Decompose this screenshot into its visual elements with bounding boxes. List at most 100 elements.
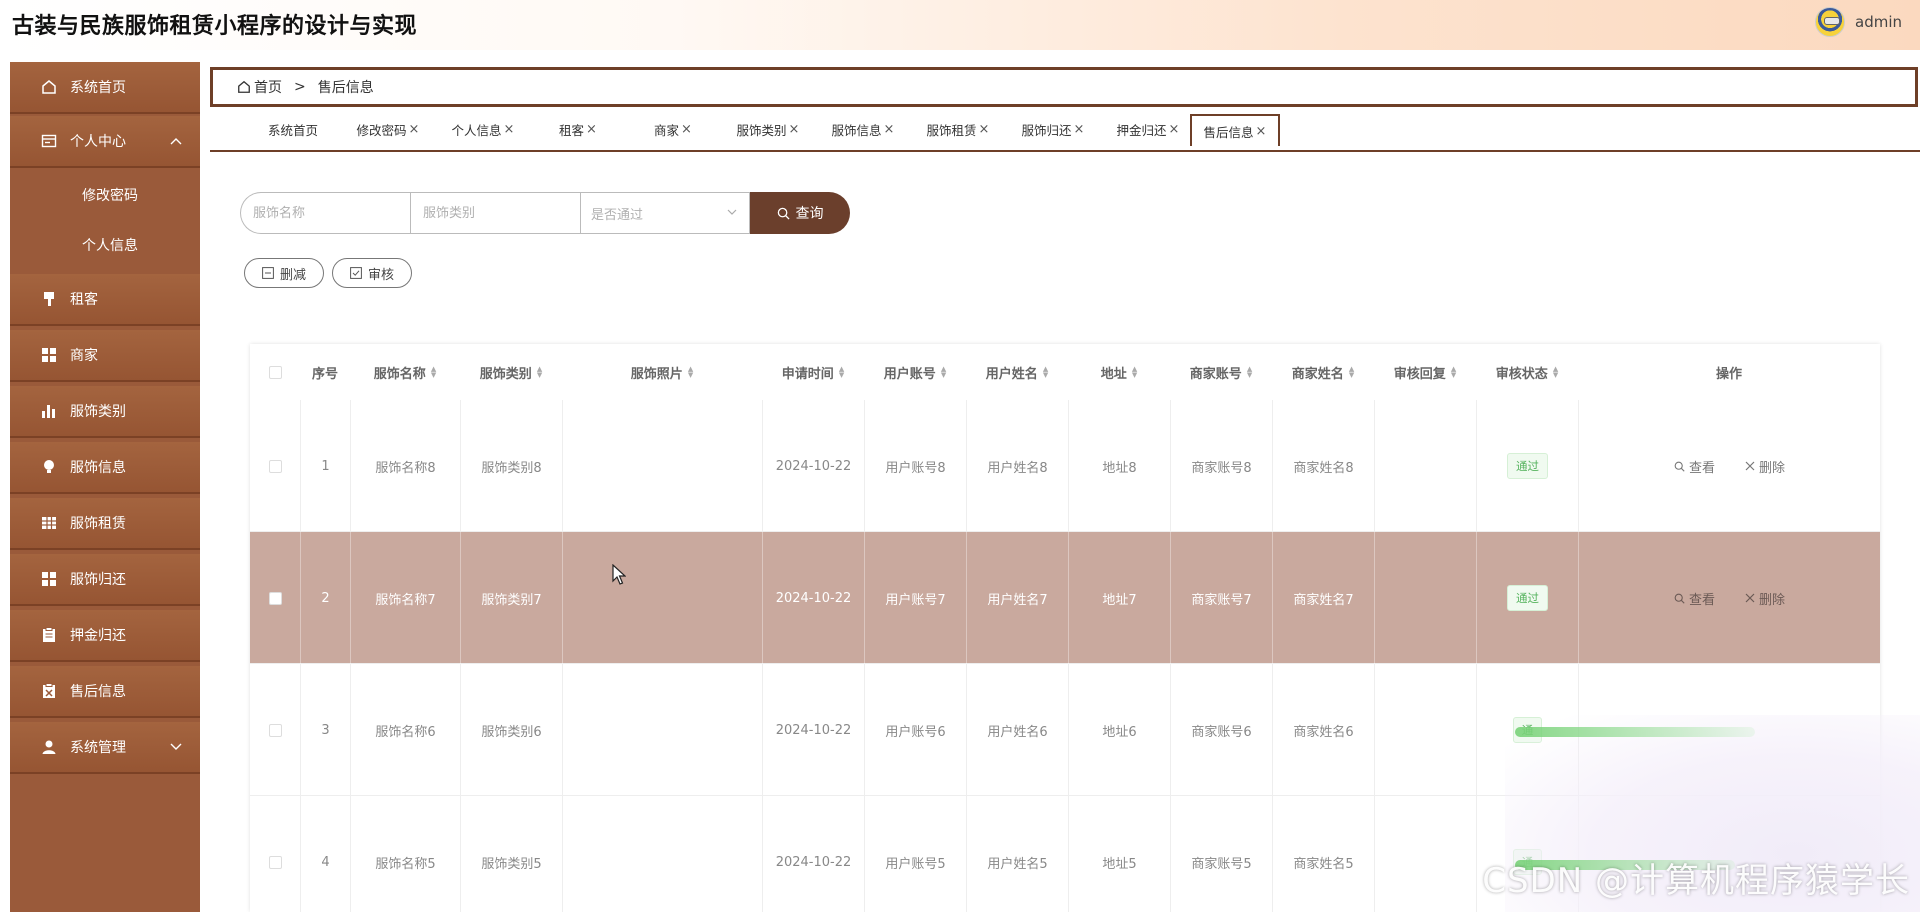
row-select-cell [250, 796, 300, 912]
close-icon[interactable]: × [681, 122, 692, 137]
sort-icon[interactable]: ▲ ▼ [537, 366, 542, 379]
sort-icon[interactable]: ▲ ▼ [1553, 366, 1558, 379]
close-icon[interactable]: × [789, 122, 800, 137]
tab-apparel-category[interactable]: 服饰类别 × [723, 114, 813, 144]
sidebar-item-merchant[interactable]: 商家 [10, 330, 200, 382]
sort-icon[interactable]: ▲ ▼ [688, 366, 693, 379]
close-icon[interactable]: × [1074, 122, 1085, 137]
tab-merchant[interactable]: 商家 × [628, 114, 718, 144]
tab-apparel-info[interactable]: 服饰信息 × [818, 114, 908, 144]
cell-time: 2024-10-22 [762, 400, 864, 532]
close-icon[interactable]: × [504, 122, 515, 137]
sidebar-item-tenant[interactable]: 租客 [10, 274, 200, 326]
sort-icon[interactable]: ▲ ▼ [1132, 366, 1137, 379]
avatar[interactable] [1815, 7, 1845, 37]
column-header-name[interactable]: 服饰名称 ▲ ▼ [350, 344, 460, 400]
close-icon[interactable]: × [979, 122, 990, 137]
select-all-checkbox[interactable] [268, 365, 282, 379]
table-row[interactable]: 3 服饰名称6 服饰类别6 2024-10-22 用户账号6 用户姓名6 地址6… [250, 664, 1880, 796]
tab-apparel-rental[interactable]: 服饰租赁 × [913, 114, 1003, 144]
sidebar-subitem-personal-info[interactable]: 个人信息 [10, 220, 200, 270]
row-select-cell [250, 532, 300, 664]
check-square-icon [350, 267, 362, 279]
column-header-label: 服饰名称 [373, 366, 426, 382]
row-checkbox[interactable] [268, 591, 282, 605]
table-row[interactable]: 1 服饰名称8 服饰类别8 2024-10-22 用户账号8 用户姓名8 地址8… [250, 400, 1880, 532]
cell-user-name: 用户姓名6 [966, 664, 1068, 796]
watermark: CSDN @计算机程序猿学长 [1482, 861, 1910, 901]
sort-icon[interactable]: ▲ ▼ [1349, 366, 1354, 379]
column-header-user-account[interactable]: 用户账号 ▲ ▼ [864, 344, 966, 400]
sidebar-item-apparel-return[interactable]: 服饰归还 [10, 554, 200, 606]
user-name[interactable]: admin [1855, 13, 1902, 31]
breadcrumb-current: 售后信息 [317, 80, 374, 96]
sort-icon[interactable]: ▲ ▼ [1043, 366, 1048, 379]
row-delete-button[interactable]: 删除 [1745, 457, 1785, 476]
row-checkbox[interactable] [268, 723, 282, 737]
tab-after-sales[interactable]: 售后信息 × [1190, 114, 1280, 146]
cell-user-name: 用户姓名5 [966, 796, 1068, 912]
column-header-merchant-account[interactable]: 商家账号 ▲ ▼ [1170, 344, 1272, 400]
view-button[interactable]: 查看 [1674, 589, 1715, 608]
tab-tenant[interactable]: 租客 × [533, 114, 623, 144]
sidebar: 系统首页 个人中心 修改密码 个人信息 租客 商家 服饰类别 服饰信息 服饰租赁… [10, 62, 200, 912]
approval-status-select[interactable]: 是否通过 [580, 192, 750, 234]
apparel-name-input[interactable] [240, 192, 410, 234]
column-header-photo[interactable]: 服饰照片 ▲ ▼ [562, 344, 762, 400]
view-button[interactable]: 查看 [1674, 457, 1715, 476]
column-header-merchant-name[interactable]: 商家姓名 ▲ ▼ [1272, 344, 1374, 400]
audit-button[interactable]: 审核 [332, 258, 412, 288]
tab-apparel-return[interactable]: 服饰归还 × [1008, 114, 1098, 144]
sort-icon[interactable]: ▲ ▼ [431, 366, 436, 379]
sidebar-subitem-change-password[interactable]: 修改密码 [10, 170, 200, 220]
column-header-time[interactable]: 申请时间 ▲ ▼ [762, 344, 864, 400]
cell-user-account: 用户账号7 [864, 532, 966, 664]
search-button[interactable]: 查询 [750, 192, 850, 234]
delete-button[interactable]: 删减 [244, 258, 324, 288]
tab-change-password[interactable]: 修改密码 × [343, 114, 433, 144]
sidebar-item-system-management[interactable]: 系统管理 [10, 722, 200, 774]
column-header-user-name[interactable]: 用户姓名 ▲ ▼ [966, 344, 1068, 400]
sidebar-item-after-sales[interactable]: 售后信息 [10, 666, 200, 718]
column-header-actions: 操作 [1578, 344, 1880, 400]
close-icon[interactable]: × [1256, 124, 1267, 139]
row-checkbox[interactable] [268, 855, 282, 869]
sort-icon[interactable]: ▲ ▼ [1451, 366, 1456, 379]
sidebar-item-apparel-rental[interactable]: 服饰租赁 [10, 498, 200, 550]
sidebar-item-deposit-return[interactable]: 押金归还 [10, 610, 200, 662]
sort-icon[interactable]: ▲ ▼ [941, 366, 946, 379]
column-header-status[interactable]: 审核状态 ▲ ▼ [1476, 344, 1578, 400]
apparel-category-input[interactable] [410, 192, 580, 234]
home-icon[interactable] [237, 80, 251, 94]
close-icon[interactable]: × [409, 122, 420, 137]
chevron-down-icon [727, 206, 737, 219]
tab-system-home[interactable]: 系统首页 [248, 114, 338, 144]
row-checkbox[interactable] [268, 459, 282, 473]
column-header-reply[interactable]: 审核回复 ▲ ▼ [1374, 344, 1476, 400]
sidebar-item-profile-center[interactable]: 个人中心 [10, 116, 200, 168]
sort-icon[interactable]: ▲ ▼ [839, 366, 844, 379]
column-header-label: 商家账号 [1189, 366, 1242, 382]
breadcrumb-separator: > [294, 79, 306, 95]
cell-category: 服饰类别6 [460, 664, 562, 796]
table-row[interactable]: 2 服饰名称7 服饰类别7 2024-10-22 用户账号7 用户姓名7 地址7… [250, 532, 1880, 664]
tab-label: 商家 [654, 122, 680, 138]
user-menu[interactable]: admin [1815, 7, 1902, 37]
close-icon[interactable]: × [1169, 122, 1180, 137]
breadcrumb-home[interactable]: 首页 [254, 77, 282, 97]
sidebar-item-home[interactable]: 系统首页 [10, 62, 200, 114]
sidebar-item-apparel-category[interactable]: 服饰类别 [10, 386, 200, 438]
column-header-category[interactable]: 服饰类别 ▲ ▼ [460, 344, 562, 400]
tab-deposit-return[interactable]: 押金归还 × [1103, 114, 1193, 144]
row-delete-button[interactable]: 删除 [1745, 589, 1785, 608]
sidebar-item-label: 租客 [70, 292, 98, 308]
delete-label: 删除 [1759, 592, 1786, 608]
cell-status: 通过 [1476, 532, 1578, 664]
column-header-address[interactable]: 地址 ▲ ▼ [1068, 344, 1170, 400]
search-button-label: 查询 [795, 206, 824, 222]
tab-personal-info[interactable]: 个人信息 × [438, 114, 528, 144]
sidebar-item-apparel-info[interactable]: 服饰信息 [10, 442, 200, 494]
close-icon[interactable]: × [884, 122, 895, 137]
close-icon[interactable]: × [586, 122, 597, 137]
sort-icon[interactable]: ▲ ▼ [1247, 366, 1252, 379]
